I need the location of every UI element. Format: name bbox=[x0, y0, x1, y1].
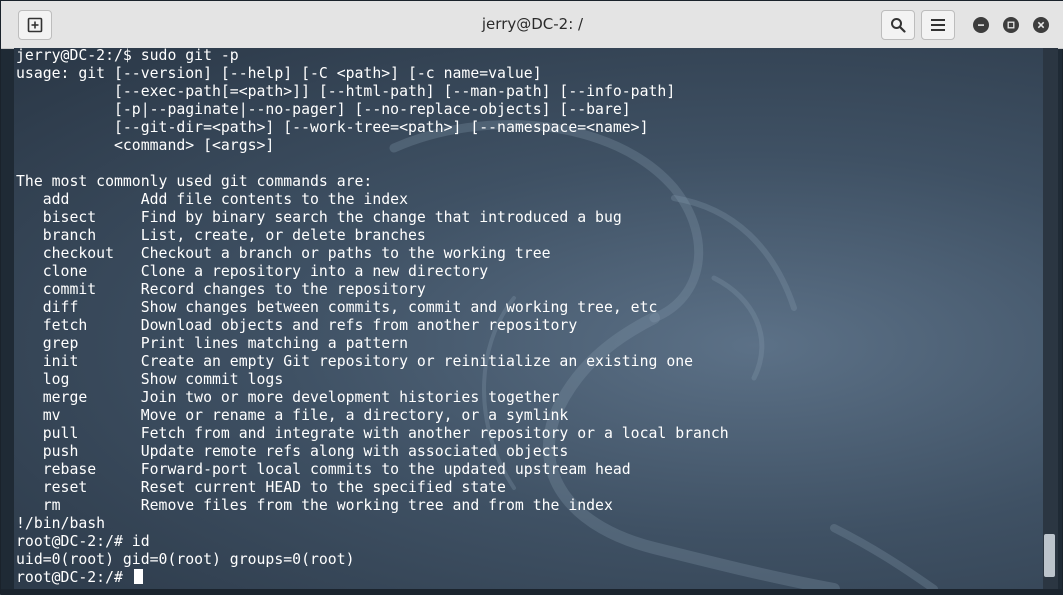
menu-button[interactable] bbox=[921, 10, 955, 40]
terminal-line: usage: git [--version] [--help] [-C <pat… bbox=[16, 65, 542, 82]
terminal-line: merge Join two or more development histo… bbox=[16, 389, 560, 406]
terminal-window: jerry@DC-2: / jerry@DC-2:/$ sudo git -p … bbox=[0, 0, 1063, 595]
terminal-line: push Update remote refs along with assoc… bbox=[16, 443, 569, 460]
text-cursor bbox=[133, 569, 143, 584]
close-icon bbox=[1037, 21, 1045, 29]
minimize-button[interactable] bbox=[973, 17, 989, 33]
hamburger-menu-icon bbox=[931, 19, 945, 31]
terminal-output-area[interactable]: jerry@DC-2:/$ sudo git -p usage: git [--… bbox=[14, 48, 1043, 589]
terminal-line: init Create an empty Git repository or r… bbox=[16, 353, 694, 370]
close-button[interactable] bbox=[1033, 17, 1049, 33]
terminal-line: [--exec-path[=<path>]] [--html-path] [--… bbox=[16, 83, 676, 100]
terminal-line: rm Remove files from the working tree an… bbox=[16, 497, 613, 514]
terminal-line: pull Fetch from and integrate with anoth… bbox=[16, 425, 729, 442]
terminal-line: uid=0(root) gid=0(root) groups=0(root) bbox=[16, 551, 355, 568]
terminal-line: <command> [<args>] bbox=[16, 137, 275, 154]
terminal-line: mv Move or rename a file, a directory, o… bbox=[16, 407, 569, 424]
search-icon bbox=[891, 18, 906, 33]
terminal-prompt: root@DC-2:/# bbox=[16, 569, 132, 586]
terminal-line: [--git-dir=<path>] [--work-tree=<path>] … bbox=[16, 119, 649, 136]
terminal-line: branch List, create, or delete branches bbox=[16, 227, 426, 244]
terminal-line: grep Print lines matching a pattern bbox=[16, 335, 408, 352]
terminal-line: !/bin/bash bbox=[16, 515, 106, 532]
terminal-line: root@DC-2:/# id bbox=[16, 533, 150, 550]
terminal-line: [-p|--paginate|--no-pager] [--no-replace… bbox=[16, 101, 631, 118]
window-bottom-edge bbox=[1, 589, 1063, 595]
search-button[interactable] bbox=[881, 10, 915, 40]
terminal-line: The most commonly used git commands are: bbox=[16, 173, 373, 190]
scrollbar-thumb[interactable] bbox=[1044, 534, 1055, 577]
terminal-line: reset Reset current HEAD to the specifie… bbox=[16, 479, 506, 496]
terminal-line: log Show commit logs bbox=[16, 371, 284, 388]
terminal-line: rebase Forward-port local commits to the… bbox=[16, 461, 631, 478]
minimize-icon bbox=[978, 24, 984, 26]
terminal-line: diff Show changes between commits, commi… bbox=[16, 299, 658, 316]
terminal-line: add Add file contents to the index bbox=[16, 191, 408, 208]
terminal-text: jerry@DC-2:/$ sudo git -p usage: git [--… bbox=[16, 48, 729, 587]
terminal-line: checkout Checkout a branch or paths to t… bbox=[16, 245, 551, 262]
terminal-line: bisect Find by binary search the change … bbox=[16, 209, 622, 226]
title-bar: jerry@DC-2: / bbox=[1, 1, 1063, 49]
terminal-line: fetch Download objects and refs from ano… bbox=[16, 317, 578, 334]
maximize-button[interactable] bbox=[1003, 17, 1019, 33]
vertical-scrollbar[interactable] bbox=[1043, 48, 1058, 589]
terminal-line: clone Clone a repository into a new dire… bbox=[16, 263, 489, 280]
terminal-line: jerry@DC-2:/$ sudo git -p bbox=[16, 48, 239, 64]
terminal-line: commit Record changes to the repository bbox=[16, 281, 426, 298]
maximize-icon bbox=[1007, 21, 1015, 29]
